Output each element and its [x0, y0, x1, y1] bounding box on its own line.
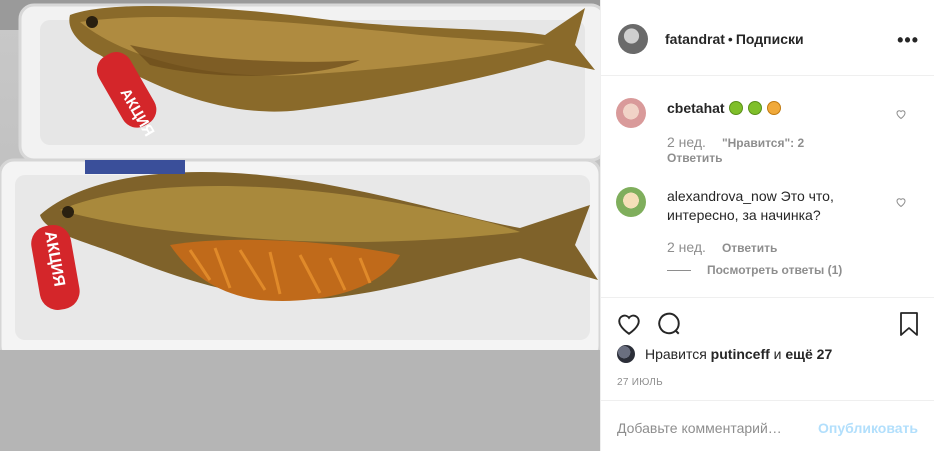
comment-username[interactable]: cbetahat	[667, 100, 725, 116]
liked-by-text: Нравится putinceff и ещё 27	[645, 346, 832, 362]
emoji-nauseated-icon	[729, 101, 744, 115]
post-sidebar: fatandrat • Подписки ••• cbetahat 2 нед. "Н…	[600, 0, 934, 451]
more-options-icon[interactable]: •••	[897, 30, 919, 51]
author-username[interactable]: fatandrat	[665, 31, 725, 47]
comment-like-heart-icon[interactable]	[895, 108, 907, 120]
comment-meta: 2 нед. Ответить	[667, 239, 777, 255]
bookmark-icon[interactable]	[897, 311, 921, 337]
comment-username[interactable]: alexandrova_now	[667, 188, 777, 204]
comment-body: alexandrova_now Это что, интересно, за н…	[667, 187, 897, 225]
comment-like-heart-icon[interactable]	[895, 196, 907, 208]
reply-button[interactable]: Ответить	[722, 241, 777, 255]
section-divider	[601, 297, 934, 298]
comment-body: cbetahat	[667, 99, 897, 118]
section-divider	[601, 400, 934, 401]
post-date[interactable]: 27 ИЮЛЬ	[617, 377, 663, 388]
liked-by-count[interactable]: ещё 27	[785, 346, 832, 362]
commenter-avatar[interactable]	[616, 187, 646, 217]
post-header: fatandrat • Подписки •••	[601, 0, 934, 76]
comment-meta: 2 нед. "Нравится": 2	[667, 134, 804, 150]
liked-by-user[interactable]: putinceff	[711, 346, 770, 362]
comment-time: 2 нед.	[667, 239, 706, 255]
comment-likes[interactable]: "Нравится": 2	[722, 136, 804, 150]
comment-time: 2 нед.	[667, 134, 706, 150]
emoji-nauseated-icon	[748, 101, 763, 115]
reply-button[interactable]: Ответить	[667, 151, 722, 165]
publish-button[interactable]: Опубликовать	[818, 420, 918, 436]
author-avatar[interactable]	[618, 24, 648, 54]
replies-divider	[667, 270, 691, 271]
emoji-vomiting-icon	[767, 101, 782, 115]
commenter-avatar[interactable]	[616, 98, 646, 128]
separator-dot: •	[727, 31, 733, 47]
follow-button[interactable]: Подписки	[736, 31, 804, 47]
author-line: fatandrat • Подписки	[665, 31, 804, 47]
comment-input[interactable]: Добавьте комментарий…	[617, 420, 782, 436]
post-image: АКЦИЯ АКЦИЯ	[0, 0, 600, 451]
view-replies-button[interactable]: Посмотреть ответы (1)	[707, 263, 842, 277]
comment-icon[interactable]	[656, 311, 682, 337]
heart-icon[interactable]	[616, 311, 642, 337]
comment-reply-row: Ответить	[667, 151, 722, 165]
post-photo[interactable]: АКЦИЯ АКЦИЯ	[0, 0, 600, 451]
liker-avatar[interactable]	[617, 345, 635, 363]
liked-by-mid: и	[773, 346, 782, 362]
liked-by-prefix: Нравится	[645, 346, 707, 362]
